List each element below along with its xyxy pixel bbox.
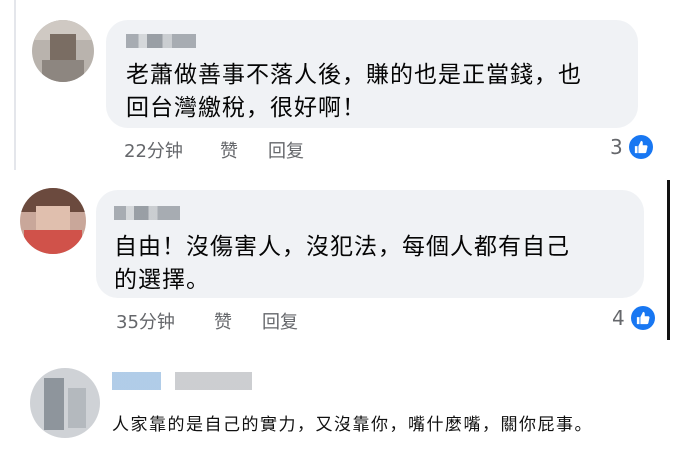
comment-bubble: 自由！沒傷害人，沒犯法，每個人都有自己 的選擇。 (96, 190, 644, 298)
thumbs-up-icon (628, 135, 653, 159)
comment-3: 人家靠的是自己的實力，又沒靠你，嘴什麼嘴，關你屁事。 (0, 360, 680, 462)
avatar[interactable] (32, 20, 94, 82)
reaction-count: 3 (610, 135, 623, 159)
author-name[interactable] (114, 206, 180, 220)
author-name[interactable] (126, 34, 196, 48)
comment-meta: 35分钟 赞 回复 (116, 308, 298, 334)
comment-text-line-1: 老蕭做善事不落人後，賺的也是正當錢，也 (126, 62, 582, 88)
thread-line-right (667, 180, 670, 340)
like-button[interactable]: 赞 (220, 137, 268, 163)
comment-text: 人家靠的是自己的實力，又沒靠你，嘴什麼嘴，關你屁事。 (112, 415, 593, 435)
comment-2: 自由！沒傷害人，沒犯法，每個人都有自己 的選擇。 35分钟 赞 回复 4 (0, 178, 680, 343)
reaction-summary[interactable]: 3 (610, 135, 653, 159)
comment-meta: 22分钟 赞 回复 (124, 137, 304, 163)
reply-button[interactable]: 回复 (268, 137, 304, 163)
like-button[interactable]: 赞 (214, 308, 262, 334)
thread-line (14, 0, 16, 170)
avatar[interactable] (30, 368, 100, 438)
comment-text-line-2: 回台灣繳稅，很好啊！ (126, 95, 366, 121)
timestamp[interactable]: 22分钟 (124, 137, 220, 163)
thumbs-up-icon (630, 306, 655, 330)
reaction-count: 4 (612, 306, 625, 330)
comment-bubble: 老蕭做善事不落人後，賺的也是正當錢，也 回台灣繳稅，很好啊！ (106, 20, 638, 128)
timestamp[interactable]: 35分钟 (116, 308, 214, 334)
avatar[interactable] (20, 188, 86, 254)
comment-text-line-2: 的選擇。 (114, 267, 210, 293)
comment-text-line-1: 自由！沒傷害人，沒犯法，每個人都有自己 (114, 234, 570, 260)
reply-button[interactable]: 回复 (262, 308, 298, 334)
comment-1: 老蕭做善事不落人後，賺的也是正當錢，也 回台灣繳稅，很好啊！ 22分钟 赞 回复… (0, 0, 680, 170)
author-name[interactable] (112, 372, 252, 390)
reaction-summary[interactable]: 4 (612, 306, 655, 330)
